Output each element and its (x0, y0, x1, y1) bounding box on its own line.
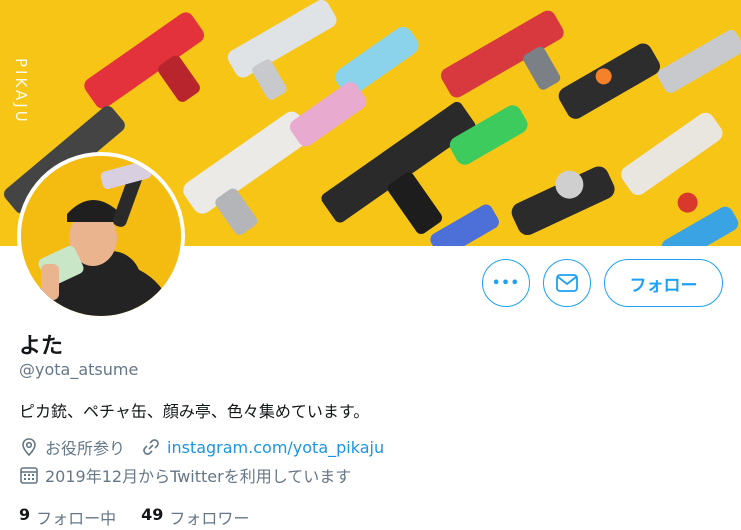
profile-name: よた (19, 334, 64, 359)
location-pin-icon (19, 437, 39, 457)
profile-joined-row: 2019年12月からTwitterを利用しています (19, 463, 351, 487)
profile-joined-date: 2019年12月からTwitterを利用しています (45, 467, 352, 486)
profile-bio: ピカ銃、ペチャ缶、顔み亭、色々集めています。 (19, 402, 370, 421)
following-label: フォロー中 (36, 509, 117, 528)
profile-stats: 9 フォロー中 49 フォロワー (19, 505, 274, 529)
avatar[interactable] (21, 156, 181, 316)
mail-icon (556, 274, 578, 292)
profile-website-link[interactable]: instagram.com/yota_pikaju (167, 438, 384, 457)
more-dots-icon: ••• (492, 275, 520, 291)
following-link[interactable]: 9 フォロー中 (19, 505, 116, 529)
banner-watermark: PIKAJU (12, 58, 30, 125)
follow-button[interactable]: フォロー (604, 259, 723, 307)
more-options-button[interactable]: ••• (482, 259, 530, 307)
followers-label: フォロワー (169, 509, 250, 528)
avatar-photo (21, 156, 181, 316)
calendar-icon (19, 465, 39, 485)
followers-count: 49 (141, 505, 164, 524)
link-icon (141, 437, 161, 457)
following-count: 9 (19, 505, 31, 524)
message-button[interactable] (543, 259, 591, 307)
profile-meta-row: お役所参り instagram.com/yota_pikaju (19, 435, 384, 459)
profile-location: お役所参り (45, 439, 126, 458)
followers-link[interactable]: 49 フォロワー (141, 505, 249, 529)
profile-handle: @yota_atsume (19, 360, 139, 379)
